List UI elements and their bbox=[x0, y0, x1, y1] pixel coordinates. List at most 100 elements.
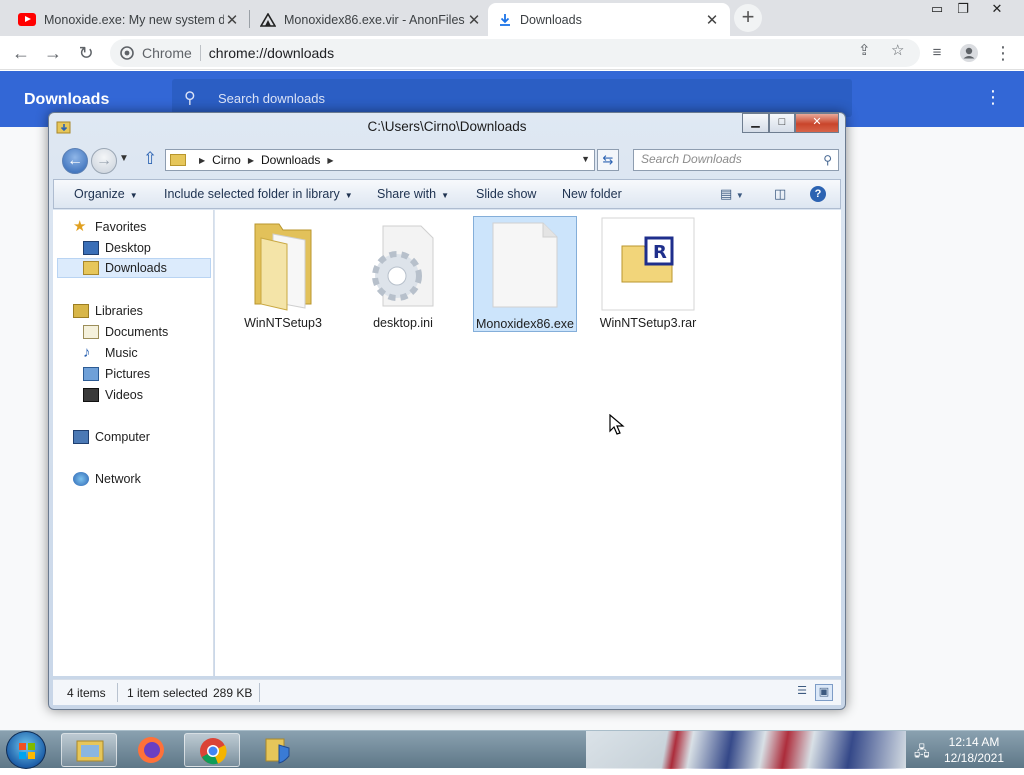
taskbar-explorer[interactable] bbox=[61, 733, 117, 767]
download-icon bbox=[500, 13, 510, 26]
item-count: 4 items bbox=[67, 686, 106, 700]
forward-button[interactable]: → bbox=[91, 148, 117, 174]
forward-arrow-icon[interactable]: → bbox=[40, 40, 66, 66]
command-bar: Organize ▼ Include selected folder in lib… bbox=[53, 179, 841, 209]
breadcrumb-arrow-icon[interactable]: ▶ bbox=[248, 156, 254, 165]
status-divider bbox=[117, 683, 118, 702]
breadcrumb-downloads[interactable]: Downloads bbox=[261, 153, 320, 167]
omnibox[interactable]: Chrome chrome://downloads ⇪ ☆ bbox=[110, 39, 920, 67]
new-folder-button[interactable]: New folder bbox=[562, 187, 622, 201]
tab-anonfiles[interactable]: Monoxidex86.exe.vir - AnonFiles ✕ bbox=[250, 3, 492, 36]
nav-label: Documents bbox=[105, 325, 169, 339]
address-bar[interactable]: ▶ Cirno ▶ Downloads ▶ ▼ bbox=[165, 149, 595, 171]
reading-list-icon[interactable]: ≡ bbox=[924, 40, 950, 66]
tab-title: Downloads bbox=[520, 12, 582, 27]
nav-label: Desktop bbox=[105, 241, 151, 255]
wallpaper-strip bbox=[586, 731, 906, 769]
minimize-button[interactable]: ▁ bbox=[742, 113, 769, 133]
winrar-archive-icon: R bbox=[601, 217, 695, 311]
large-icons-view-icon[interactable]: ▣ bbox=[815, 684, 833, 701]
maximize-button[interactable]: □ bbox=[769, 113, 795, 133]
nav-label: Pictures bbox=[105, 367, 151, 381]
firefox-icon bbox=[138, 737, 164, 763]
start-button[interactable] bbox=[6, 731, 46, 769]
computer-icon bbox=[73, 430, 89, 444]
window-title: C:\Users\Cirno\Downloads bbox=[367, 119, 527, 134]
slide-show-button[interactable]: Slide show bbox=[476, 187, 536, 201]
clock-date: 12/18/2021 bbox=[943, 751, 1005, 765]
system-clock[interactable]: 12:14 AM 12/18/2021 bbox=[934, 734, 1014, 766]
kebab-menu-icon[interactable]: ⋮ bbox=[990, 40, 1016, 66]
breadcrumb-cirno[interactable]: Cirno bbox=[212, 153, 241, 167]
bookmark-star-icon[interactable]: ☆ bbox=[891, 41, 904, 59]
new-tab-button[interactable]: + bbox=[734, 4, 762, 32]
shield-icon bbox=[265, 738, 290, 764]
view-options-icon[interactable]: ▤ ▼ bbox=[720, 186, 744, 202]
kebab-menu-icon[interactable]: ⋮ bbox=[984, 87, 1002, 108]
nav-label: Downloads bbox=[105, 261, 167, 275]
taskbar: 🖧 12:14 AM 12/18/2021 bbox=[0, 730, 1024, 769]
page-title: Downloads bbox=[24, 91, 110, 108]
up-arrow-icon[interactable]: ⇧ bbox=[143, 149, 157, 169]
refresh-icon[interactable]: ⇆ bbox=[597, 149, 619, 171]
help-icon[interactable]: ? bbox=[810, 186, 826, 202]
file-list: WinNTSetup3 desktop.ini Monoxidex86.exe bbox=[215, 210, 841, 676]
preview-pane-icon[interactable]: ◫ bbox=[774, 186, 786, 202]
restore-button[interactable]: ❐ bbox=[948, 0, 978, 20]
nav-videos[interactable]: Videos bbox=[83, 385, 143, 405]
nav-downloads[interactable]: Downloads bbox=[57, 258, 211, 278]
youtube-icon bbox=[18, 13, 36, 26]
search-placeholder: Search downloads bbox=[218, 91, 325, 106]
share-icon[interactable]: ⇪ bbox=[858, 41, 871, 59]
documents-icon bbox=[83, 325, 99, 339]
settings-gear-icon bbox=[372, 225, 434, 307]
search-input[interactable]: Search Downloads ⚲ bbox=[633, 149, 839, 171]
taskbar-firefox[interactable] bbox=[123, 733, 179, 767]
file-name: WinNTSetup3.rar bbox=[599, 316, 697, 330]
nav-documents[interactable]: Documents bbox=[83, 322, 168, 342]
taskbar-security-app[interactable] bbox=[249, 733, 305, 767]
breadcrumb-arrow-icon[interactable]: ▶ bbox=[199, 156, 205, 165]
nav-favorites[interactable]: ★ Favorites bbox=[73, 217, 146, 237]
nav-network[interactable]: Network bbox=[73, 469, 141, 489]
tab-youtube[interactable]: Monoxide.exe: My new system d ✕ bbox=[8, 3, 250, 36]
nav-music[interactable]: ♪ Music bbox=[83, 343, 138, 363]
back-button[interactable]: ← bbox=[62, 148, 88, 174]
nav-desktop[interactable]: Desktop bbox=[83, 238, 151, 258]
include-in-library-button[interactable]: Include selected folder in library ▼ bbox=[164, 187, 353, 201]
nav-libraries[interactable]: Libraries bbox=[73, 301, 143, 321]
file-item-winntsetup3[interactable]: WinNTSetup3 bbox=[231, 216, 335, 330]
profile-avatar-icon[interactable] bbox=[956, 40, 982, 66]
close-icon[interactable]: ✕ bbox=[704, 11, 720, 29]
details-view-icon[interactable]: ☰ bbox=[793, 684, 811, 701]
star-icon: ★ bbox=[73, 218, 87, 235]
breadcrumb-arrow-icon[interactable]: ▶ bbox=[327, 156, 333, 165]
share-with-button[interactable]: Share with ▼ bbox=[377, 187, 449, 201]
nav-computer[interactable]: Computer bbox=[73, 427, 150, 447]
pictures-icon bbox=[83, 367, 99, 381]
chrome-tab-strip: Monoxide.exe: My new system d ✕ Monoxide… bbox=[0, 0, 1024, 36]
organize-button[interactable]: Organize ▼ bbox=[74, 187, 138, 201]
file-item-winntsetup3-rar[interactable]: R WinNTSetup3.rar bbox=[596, 216, 700, 330]
reload-icon[interactable]: ↻ bbox=[73, 40, 99, 66]
nav-label: Libraries bbox=[95, 304, 143, 318]
taskbar-chrome[interactable] bbox=[184, 733, 240, 767]
close-window-button[interactable]: ✕ bbox=[795, 113, 839, 133]
selection-size: 289 KB bbox=[213, 686, 253, 700]
chevron-down-icon[interactable]: ▼ bbox=[581, 154, 590, 164]
file-item-desktop-ini[interactable]: desktop.ini bbox=[351, 216, 455, 330]
caret-down-icon: ▼ bbox=[344, 191, 353, 200]
close-window-button[interactable]: ✕ bbox=[982, 0, 1012, 20]
network-tray-icon[interactable]: 🖧 bbox=[914, 741, 930, 765]
nav-pictures[interactable]: Pictures bbox=[83, 364, 150, 384]
recent-pages-dropdown-icon[interactable]: ▼ bbox=[119, 153, 129, 164]
caret-down-icon: ▼ bbox=[129, 191, 138, 200]
folder-icon bbox=[170, 154, 186, 166]
tab-downloads[interactable]: Downloads ✕ bbox=[488, 3, 730, 36]
file-item-monoxidex86-exe[interactable]: Monoxidex86.exe bbox=[473, 216, 577, 332]
close-icon[interactable]: ✕ bbox=[466, 11, 482, 29]
close-icon[interactable]: ✕ bbox=[224, 11, 240, 29]
tab-title: Monoxide.exe: My new system d bbox=[44, 12, 224, 27]
back-arrow-icon[interactable]: ← bbox=[8, 40, 34, 66]
search-icon: ⚲ bbox=[184, 90, 196, 107]
